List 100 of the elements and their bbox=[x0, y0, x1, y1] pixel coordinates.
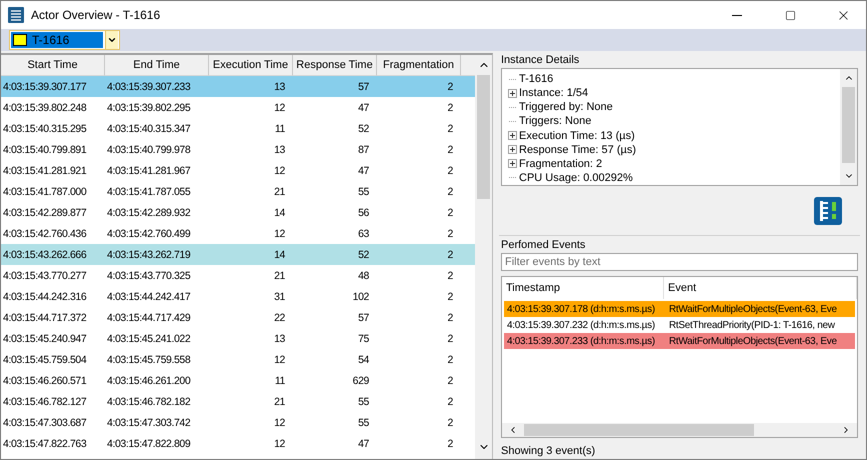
table-cell-text: 2 bbox=[446, 228, 454, 240]
timeline-logo-icon bbox=[814, 196, 842, 224]
vertical-scrollbar[interactable] bbox=[475, 55, 492, 459]
table-cell-text: 2 bbox=[446, 248, 454, 260]
column-header[interactable]: Execution Time bbox=[209, 55, 293, 76]
table-cell-text: 4:03:15:47.822.763 bbox=[2, 438, 88, 450]
table-cell-text: 4:03:15:39.307.233 (d:h:m:s.ms.µs) bbox=[506, 336, 656, 346]
table-cell-text: 4:03:15:46.260.571 bbox=[2, 374, 88, 386]
column-header[interactable]: Event bbox=[664, 277, 857, 299]
tree-item[interactable]: Execution Time: 13 (µs) bbox=[519, 130, 635, 142]
window-title: Actor Overview - T-1616 bbox=[31, 8, 162, 22]
table-cell-text: 2 bbox=[446, 80, 454, 92]
table-cell-text: 57 bbox=[357, 312, 370, 324]
horizontal-scrollbar[interactable] bbox=[502, 423, 857, 437]
table-row[interactable]: 4:03:15:43.262.666 4:03:15:43.262.719 14 52 2 bbox=[1, 244, 475, 265]
table-cell-text: 13 bbox=[273, 144, 286, 156]
table-cell-text: 4:03:15:45.759.558 bbox=[106, 354, 192, 366]
tree-item[interactable]: Fragmentation: 2 bbox=[519, 158, 602, 170]
table-cell-text: 2 bbox=[446, 416, 454, 428]
tree-item[interactable]: Triggers: None bbox=[519, 115, 592, 128]
table-cell-text: 4:03:15:47.303.687 bbox=[2, 416, 88, 428]
table-cell-text: 4:03:15:46.261.200 bbox=[106, 374, 192, 386]
table-cell-text: 4:03:15:45.241.022 bbox=[106, 332, 192, 344]
table-cell-text: 21 bbox=[273, 396, 286, 408]
table-cell-text: 56 bbox=[357, 206, 370, 218]
tree-item[interactable]: T-1616 bbox=[519, 73, 554, 86]
scrollbar-thumb[interactable] bbox=[477, 75, 490, 199]
column-header[interactable]: Timestamp bbox=[502, 277, 664, 299]
table-cell-text: 47 bbox=[357, 102, 370, 114]
table-cell-text: 55 bbox=[357, 186, 370, 198]
table-cell-text: 11 bbox=[274, 374, 286, 386]
table-cell-text: 4:03:15:39.802.248 bbox=[2, 102, 88, 114]
column-header[interactable]: End Time bbox=[105, 55, 209, 76]
table-cell-text: 4:03:15:46.782.127 bbox=[2, 396, 88, 408]
table-cell-text: 12 bbox=[273, 416, 286, 428]
table-cell-text: 4:03:15:40.315.295 bbox=[2, 122, 88, 134]
actor-dropdown[interactable]: T-1616 bbox=[9, 30, 120, 50]
table-cell-text: 4:03:15:42.760.499 bbox=[106, 228, 192, 240]
table-cell-text: 75 bbox=[357, 332, 370, 344]
table-cell-text: 4:03:15:42.760.436 bbox=[2, 228, 88, 240]
status-text: Showing 3 event(s) bbox=[500, 444, 596, 457]
table-cell-text: 4:03:15:43.262.666 bbox=[2, 248, 88, 260]
expand-icon[interactable] bbox=[508, 88, 517, 98]
table-cell-text: 4:03:15:40.799.891 bbox=[2, 144, 88, 156]
table-cell-text: 14 bbox=[273, 248, 286, 260]
tree-item[interactable]: Instance: 1/54 bbox=[519, 87, 588, 100]
table-cell-text: 13 bbox=[273, 332, 286, 344]
expand-icon[interactable] bbox=[508, 159, 517, 168]
expand-icon[interactable] bbox=[508, 145, 517, 154]
table-row[interactable]: 4:03:15:39.307.177 4:03:15:39.307.233 13 57 2 bbox=[1, 76, 475, 97]
event-row[interactable]: 4:03:15:39.307.178 (d:h:m:s.ms.µs) RtWaitForMultipleObjects(Event-63, Eve bbox=[504, 301, 855, 317]
app-icon bbox=[8, 7, 24, 23]
column-header[interactable]: Fragmentation bbox=[377, 55, 461, 76]
table-cell-text: 4:03:15:43.770.325 bbox=[106, 270, 192, 282]
table-cell-text: 4:03:15:42.289.932 bbox=[106, 206, 192, 218]
dropdown-caret-icon[interactable] bbox=[105, 31, 118, 49]
event-row[interactable]: 4:03:15:39.307.233 (d:h:m:s.ms.µs) RtWaitForMultipleObjects(Event-63, Eve bbox=[504, 333, 855, 349]
table-cell-text: 12 bbox=[273, 228, 286, 240]
table-cell-text: 31 bbox=[273, 290, 286, 302]
table-cell-text: 4:03:15:47.303.742 bbox=[106, 416, 192, 428]
group-title: Perfomed Events bbox=[500, 238, 586, 253]
filter-field[interactable]: Filter events by text bbox=[501, 253, 858, 271]
table-cell-text: 13 bbox=[273, 80, 286, 92]
table-cell-text: 629 bbox=[352, 374, 370, 386]
tree-item[interactable]: Triggered by: None bbox=[519, 101, 613, 114]
scrollbar-thumb[interactable] bbox=[524, 424, 754, 436]
table-cell-text: 63 bbox=[357, 228, 370, 240]
table-cell-text: 2 bbox=[446, 206, 454, 218]
table-cell-text: 2 bbox=[446, 270, 454, 282]
table-cell-text: 4:03:15:42.289.877 bbox=[2, 206, 88, 218]
table-cell-text: 55 bbox=[357, 396, 370, 408]
table-cell-text: 4:03:15:43.262.719 bbox=[106, 248, 192, 260]
table-cell-text: 47 bbox=[357, 164, 370, 176]
column-header[interactable]: Start Time bbox=[1, 55, 105, 76]
scrollbar-thumb[interactable] bbox=[842, 87, 855, 163]
table-cell-text: 54 bbox=[357, 354, 370, 366]
column-header[interactable]: Response Time bbox=[293, 55, 377, 76]
table-cell-text: 4:03:15:39.307.232 (d:h:m:s.ms.µs) bbox=[506, 320, 656, 330]
tree-item[interactable]: CPU Usage: 0.00292% bbox=[519, 172, 633, 184]
table-cell-text: 2 bbox=[446, 102, 454, 114]
table-cell-text: 4:03:15:39.307.177 bbox=[2, 80, 88, 92]
table-cell-text: 4:03:15:44.717.372 bbox=[2, 312, 88, 324]
maximize-icon bbox=[784, 10, 796, 20]
vertical-scrollbar[interactable] bbox=[840, 69, 857, 185]
table-cell-text: 4:03:15:47.822.809 bbox=[106, 438, 192, 450]
table-cell-text: 22 bbox=[273, 312, 286, 324]
table-cell-text: 52 bbox=[357, 122, 370, 134]
table-cell-text: RtWaitForMultipleObjects(Event-63, Eve bbox=[668, 336, 838, 346]
table-cell-text: 12 bbox=[273, 354, 286, 366]
table-cell-text: 4:03:15:41.787.055 bbox=[106, 186, 192, 198]
table-cell-text: 2 bbox=[446, 144, 454, 156]
table-cell-text: 4:03:15:39.307.178 (d:h:m:s.ms.µs) bbox=[506, 304, 656, 314]
expand-icon[interactable] bbox=[508, 131, 517, 140]
table-cell-text: 21 bbox=[273, 270, 286, 282]
table-cell-text: 4:03:15:41.787.000 bbox=[2, 186, 88, 198]
table-cell-text: 2 bbox=[446, 186, 454, 198]
table-cell-text: 4:03:15:39.307.233 bbox=[106, 80, 192, 92]
tree-item[interactable]: Response Time: 57 (µs) bbox=[519, 144, 636, 156]
table-cell-text: 4:03:15:40.315.347 bbox=[106, 122, 192, 134]
table-cell-text: 11 bbox=[274, 122, 286, 134]
